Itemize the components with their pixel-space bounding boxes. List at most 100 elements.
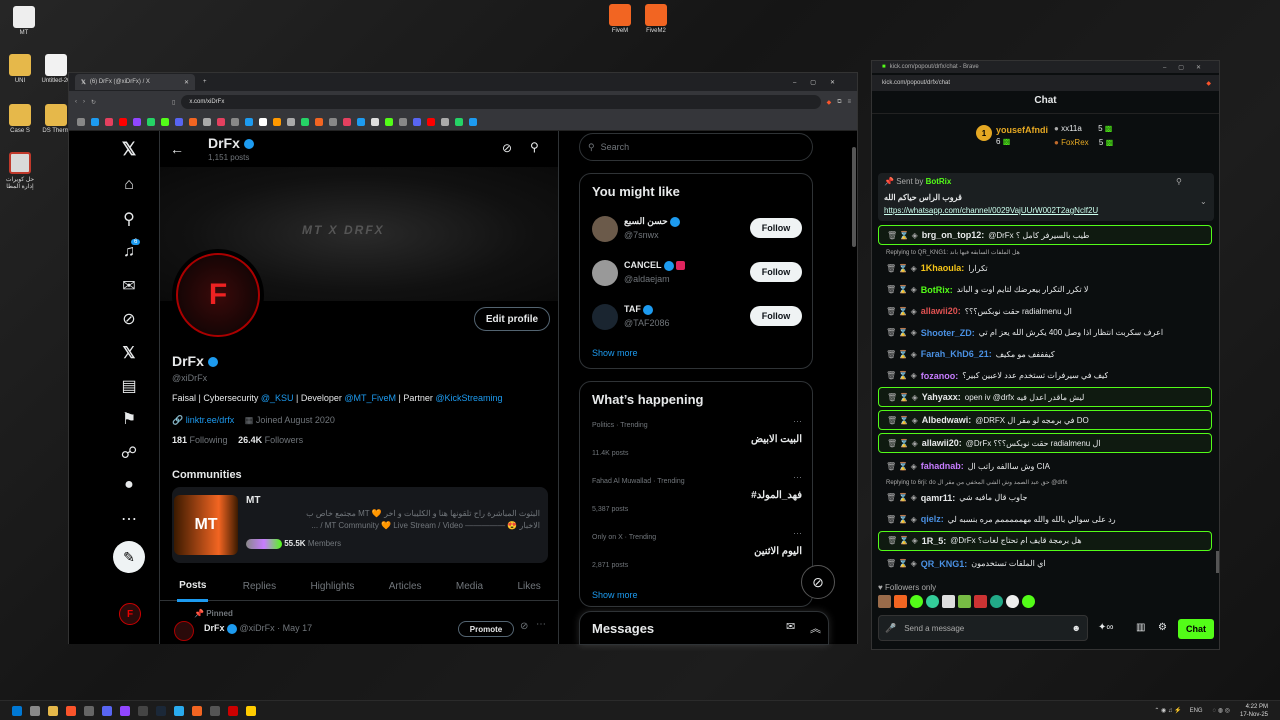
windows-start-icon[interactable] — [12, 705, 22, 716]
bookmark-item-icon[interactable] — [371, 117, 379, 126]
home-icon[interactable]: ⌂ — [119, 176, 139, 194]
obs-icon[interactable] — [138, 705, 148, 716]
emote-icon[interactable] — [1022, 595, 1035, 608]
mod-action-icons[interactable]: 🗑 ⌛ ◈ — [887, 536, 918, 545]
telegram-icon[interactable] — [174, 705, 184, 716]
scrollbar[interactable] — [852, 147, 856, 247]
app-icon[interactable] — [84, 705, 94, 716]
expand-icon[interactable]: ︽ — [810, 620, 821, 636]
grok-icon[interactable]: ⊘ — [520, 621, 528, 632]
following-label[interactable]: Following — [190, 435, 228, 445]
followers-label[interactable]: Followers — [265, 435, 304, 445]
profile-icon[interactable]: ● — [119, 476, 139, 494]
desktop-icon-uni[interactable]: UNI — [0, 54, 40, 84]
tab-replies[interactable]: Replies — [243, 581, 276, 592]
emote-icon[interactable] — [942, 595, 955, 608]
forward-icon[interactable]: › — [83, 99, 85, 105]
bookmark-item-icon[interactable] — [217, 117, 225, 126]
emote-icon[interactable] — [910, 595, 923, 608]
lists-icon[interactable]: ▤ — [119, 376, 139, 396]
desktop-icon-case[interactable]: Case S — [0, 104, 40, 134]
bookmark-item-icon[interactable] — [329, 117, 337, 126]
tab-likes[interactable]: Likes — [517, 581, 540, 592]
trend-item[interactable]: Only on X · Trending ⋯ اليوم الاثنين 2,8… — [580, 528, 812, 584]
bookmark-item-icon[interactable] — [231, 117, 239, 126]
chat-message[interactable]: 🗑 ⌛ ◈ allawii20: @DrFx حقت نوبكس؟؟؟ radial… — [878, 433, 1212, 453]
bookmark-item-icon[interactable] — [315, 117, 323, 126]
bookmark-icon[interactable]: ▯ — [172, 99, 175, 106]
store-icon[interactable]: ▥ — [1136, 622, 1145, 633]
back-icon[interactable]: ‹ — [75, 99, 77, 105]
trend-item[interactable]: Politics · Trending ⋯ البيت الابيض 11.4K… — [580, 416, 812, 472]
tab-media[interactable]: Media — [456, 581, 483, 592]
follow-button[interactable]: Follow — [750, 218, 802, 238]
bookmark-item-icon[interactable] — [161, 117, 169, 126]
reply-context[interactable]: Replying to QR_KNG1: هل الملفات السابقه … — [886, 249, 1212, 256]
more-icon[interactable]: ⋯ — [793, 472, 802, 483]
chat-message[interactable]: 🗑 ⌛ ◈ fozanoo: كيف في سيرفرات تستخدم عدد ل… — [878, 366, 1212, 386]
clock[interactable]: 4:22 PM 17-Nov-25 — [1240, 703, 1268, 719]
app-icon[interactable] — [228, 705, 238, 716]
more-icon[interactable]: ⋯ — [793, 528, 802, 539]
followers-count[interactable]: 26.4K — [238, 435, 262, 445]
mod-action-icons[interactable]: 🗑 ⌛ ◈ — [887, 439, 918, 448]
chat-message[interactable]: 🗑 ⌛ ◈ BotRix: لا تكرر التكرار بيعرضك لتايم… — [878, 280, 1212, 300]
chat-message[interactable]: 🗑 ⌛ ◈ fahadnab: وش ساالفه راتب ال CIA — [878, 456, 1212, 476]
notifications-icon[interactable]: ♫ 6 — [119, 239, 141, 261]
more-icon[interactable]: ⋯ — [793, 416, 802, 427]
emoji-icon[interactable]: ☻ — [1072, 623, 1081, 633]
edit-profile-button[interactable]: Edit profile — [474, 307, 550, 331]
tray-icons[interactable]: ⌃ ◉ ♫ ⚡ — [1154, 707, 1181, 714]
grok-icon[interactable]: ⊘ — [119, 309, 139, 329]
suggestion-item[interactable]: حسن السبع @7snwx Follow — [580, 210, 812, 250]
browser-tab[interactable]: 𝕏 (6) DrFx (@xiDrFx) / X ✕ — [75, 74, 195, 90]
grok-fab-button[interactable]: ⊘ — [801, 565, 835, 599]
extensions-icon[interactable]: ⧉ — [837, 99, 841, 106]
desktop-icon-mt[interactable]: MT — [4, 6, 44, 36]
kick-url-bar[interactable]: kick.com/popout/drfx/chat ◆ — [872, 75, 1219, 91]
chat-username[interactable]: brg_on_top12: — [922, 230, 985, 240]
chat-username[interactable]: BotRix: — [921, 285, 953, 295]
suggestion-item[interactable]: CANCEL @aldaejam Follow — [580, 254, 812, 294]
bookmark-item-icon[interactable] — [399, 117, 407, 126]
brave-shield-icon[interactable]: ◆ — [827, 99, 832, 106]
chat-username[interactable]: allawii20: — [922, 438, 962, 448]
chat-username[interactable]: 1Khaoula: — [921, 263, 965, 273]
brave-icon[interactable] — [66, 705, 76, 716]
trend-item[interactable]: Fahad Al Muwallad · Trending ⋯ #فهد_المو… — [580, 472, 812, 528]
chat-message[interactable]: 🗑 ⌛ ◈ 1Khaoula: تكرارا — [878, 258, 1212, 278]
chevron-down-icon[interactable]: ⌄ — [1200, 197, 1207, 206]
promote-button[interactable]: Promote — [458, 621, 514, 637]
bookmark-item-icon[interactable] — [469, 117, 477, 126]
bookmark-item-icon[interactable] — [413, 117, 421, 126]
mod-action-icons[interactable]: 🗑 ⌛ ◈ — [886, 285, 917, 294]
mod-action-icons[interactable]: 🗑 ⌛ ◈ — [886, 462, 917, 471]
post-button[interactable]: ✎ — [113, 541, 145, 573]
chat-username[interactable]: 1R_5: — [922, 536, 947, 546]
chat-message[interactable]: 🗑 ⌛ ◈ qielz: رد على سوالي بالله والله مهمم… — [878, 509, 1212, 529]
bookmarks-icon[interactable]: ⚑ — [119, 409, 139, 429]
sticky-notes-icon[interactable] — [246, 705, 256, 716]
window-controls-icon[interactable]: –▢✕ — [793, 79, 849, 86]
search-icon[interactable]: ⚲ — [119, 209, 139, 229]
desktop-icon-fivem2[interactable]: FiveM2 — [636, 4, 676, 34]
bookmark-item-icon[interactable] — [91, 117, 99, 126]
bookmark-item-icon[interactable] — [287, 117, 295, 126]
mod-action-icons[interactable]: 🗑 ⌛ ◈ — [886, 371, 917, 380]
mod-action-icons[interactable]: 🗑 ⌛ ◈ — [887, 416, 918, 425]
show-more-link[interactable]: Show more — [592, 590, 638, 600]
settings-icon[interactable]: ⚙ — [1158, 622, 1167, 633]
reload-icon[interactable]: ↻ — [91, 99, 96, 106]
bookmark-item-icon[interactable] — [301, 117, 309, 126]
bookmark-item-icon[interactable] — [357, 117, 365, 126]
bookmark-item-icon[interactable] — [189, 117, 197, 126]
chat-message[interactable]: 🗑 ⌛ ◈ Albedwawi: @DRFX في برمجه لو مقر ال … — [878, 410, 1212, 430]
mod-action-icons[interactable]: 🗑 ⌛ ◈ — [886, 264, 917, 273]
communities-icon[interactable]: ☍ — [119, 443, 139, 463]
tab-articles[interactable]: Articles — [389, 581, 422, 592]
emote-icon[interactable] — [878, 595, 891, 608]
leader-name[interactable]: FoxRex — [1061, 138, 1089, 147]
scrollbar[interactable] — [1216, 551, 1219, 573]
chat-message[interactable]: 🗑 ⌛ ◈ Shooter_ZD: اعرف سكربت انتظار اذا وص… — [878, 323, 1212, 343]
grok-icon[interactable]: ⊘ — [502, 141, 512, 155]
